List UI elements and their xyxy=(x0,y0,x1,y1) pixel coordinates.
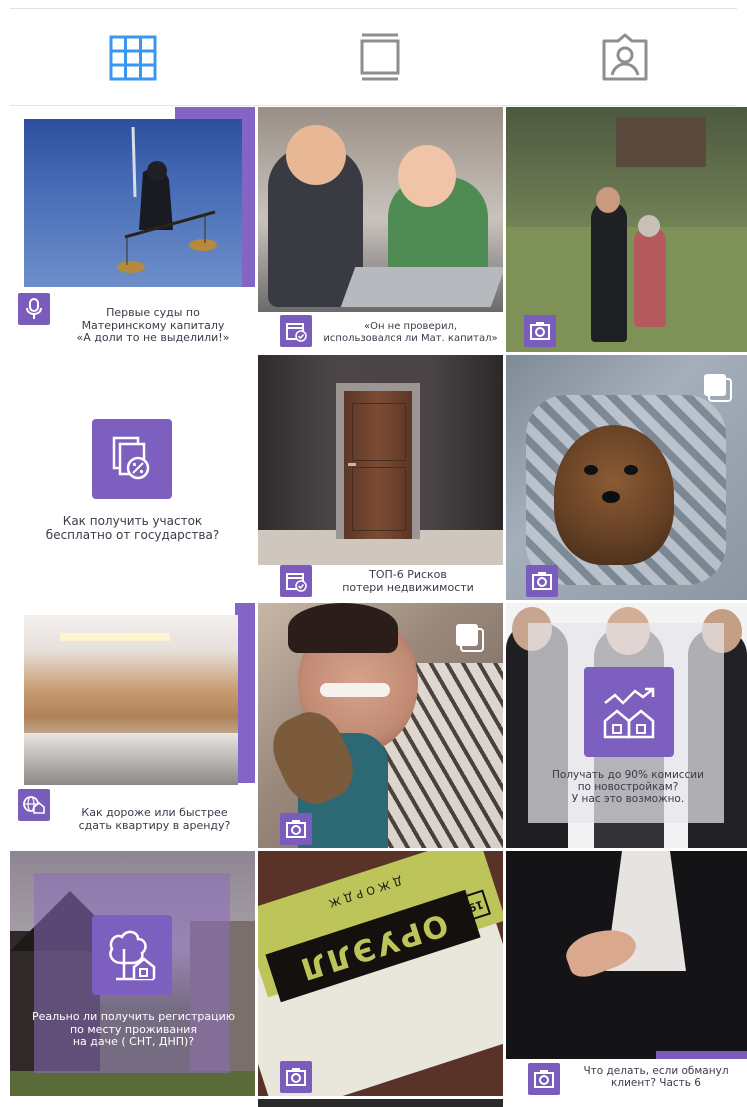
microphone-icon xyxy=(18,293,50,325)
post-tile-partial[interactable] xyxy=(506,1099,747,1107)
tab-divider xyxy=(10,105,737,106)
post-caption: Получать до 90% комиссии по новостройкам… xyxy=(552,769,704,806)
calendar-check-icon xyxy=(280,565,312,597)
document-percent-icon xyxy=(92,419,172,499)
tab-tagged[interactable] xyxy=(595,30,655,86)
multiple-photos-icon xyxy=(704,374,732,402)
tagged-person-icon xyxy=(602,33,648,81)
justice-statue-image xyxy=(117,127,217,273)
post-tile-6[interactable] xyxy=(506,355,747,600)
post-caption: ТОП-6 Рисков потери недвижимости xyxy=(342,568,474,594)
multiple-photos-icon xyxy=(456,624,484,652)
feed-icon xyxy=(360,33,400,81)
post-tile-4[interactable]: Как получить участок бесплатно от госуда… xyxy=(10,355,255,600)
profile-tab-bar xyxy=(0,10,747,106)
post-tile-8[interactable] xyxy=(258,603,503,848)
post-tile-12[interactable]: Что делать, если обманул клиент? Часть 6 xyxy=(506,851,747,1096)
post-tile-2[interactable]: «Он не проверил, использовался ли Мат. к… xyxy=(258,107,503,352)
post-tile-9[interactable]: Получать до 90% комиссии по новостройкам… xyxy=(506,603,747,848)
post-tile-7[interactable]: Как дороже или быстрее сдать квартиру в … xyxy=(10,603,255,848)
post-caption: Как дороже или быстрее сдать квартиру в … xyxy=(78,806,231,832)
post-tile-11[interactable]: ОРУЭЛЛ ДЖОРДЖ 1984 xyxy=(258,851,503,1096)
grid-icon xyxy=(109,35,157,81)
globe-house-icon xyxy=(18,789,50,821)
posts-grid: Первые суды по Материнскому капиталу «А … xyxy=(10,107,747,1107)
camera-icon xyxy=(280,813,312,845)
post-caption: Первые суды по Материнскому капиталу «А … xyxy=(76,306,230,345)
camera-icon xyxy=(280,1061,312,1093)
post-tile-5[interactable]: ТОП-6 Рисков потери недвижимости xyxy=(258,355,503,600)
post-tile-1[interactable]: Первые суды по Материнскому капиталу «А … xyxy=(10,107,255,352)
tree-house-icon xyxy=(92,915,172,995)
post-tile-10[interactable]: Реально ли получить регистрацию по месту… xyxy=(10,851,255,1096)
post-tile-partial[interactable] xyxy=(258,1099,503,1107)
post-caption: Как получить участок бесплатно от госуда… xyxy=(45,514,220,542)
camera-icon xyxy=(528,1063,560,1095)
post-caption: «Он не проверил, использовался ли Мат. к… xyxy=(323,321,498,344)
post-caption: Реально ли получить регистрацию по месту… xyxy=(31,1010,235,1049)
camera-icon xyxy=(524,315,556,347)
camera-icon xyxy=(526,565,558,597)
tab-feed-view[interactable] xyxy=(350,30,410,86)
calendar-check-icon xyxy=(280,315,312,347)
post-tile-3[interactable] xyxy=(506,107,747,352)
post-caption: Что делать, если обманул клиент? Часть 6 xyxy=(583,1065,729,1090)
houses-growth-icon xyxy=(584,667,674,757)
top-divider xyxy=(10,8,737,9)
book-number: 1984 xyxy=(451,897,485,919)
tab-grid-view[interactable] xyxy=(103,30,163,86)
